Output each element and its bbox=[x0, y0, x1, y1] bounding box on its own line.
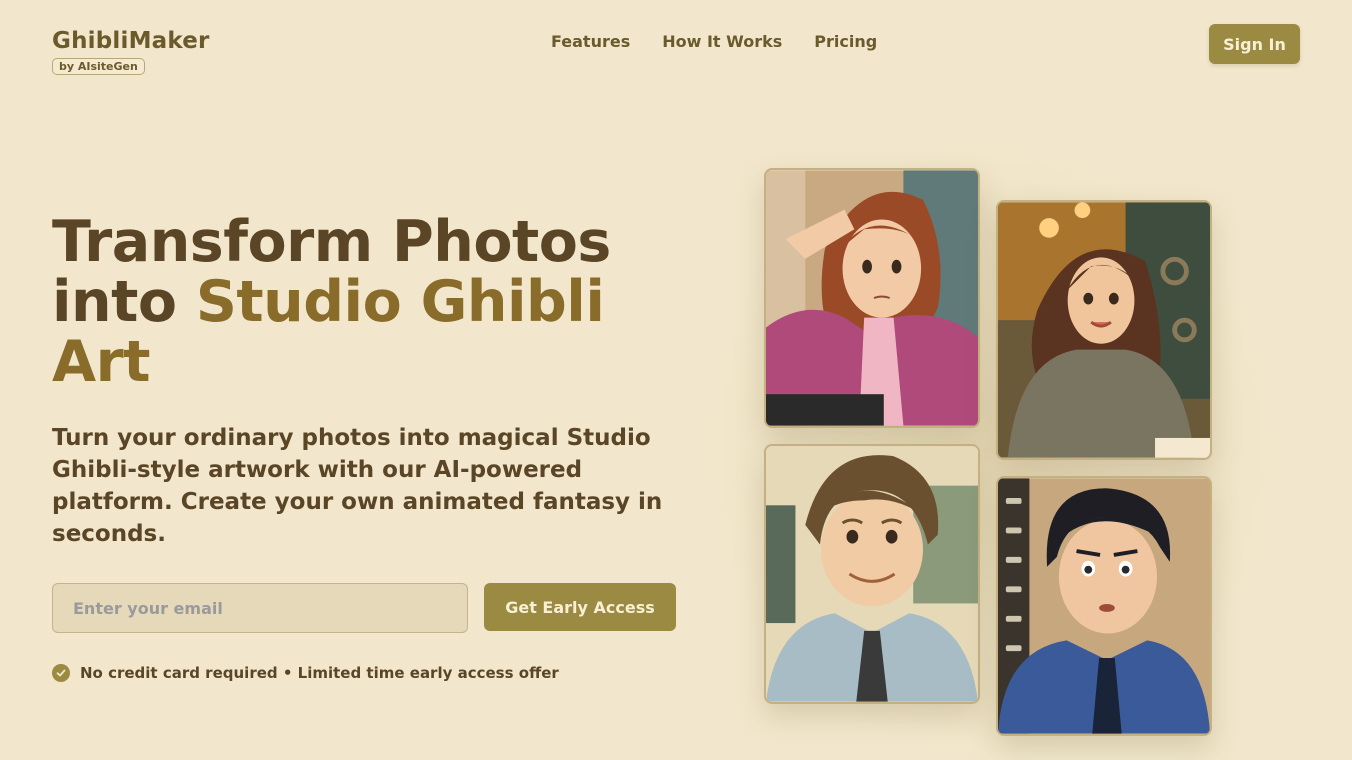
check-circle-icon bbox=[52, 664, 70, 682]
nav-pricing[interactable]: Pricing bbox=[814, 31, 877, 53]
sign-in-button[interactable]: Sign In bbox=[1209, 24, 1300, 64]
hero-title-line3: Art bbox=[52, 329, 150, 395]
saluting-woman-illustration bbox=[764, 168, 980, 428]
get-early-access-button[interactable]: Get Early Access bbox=[484, 583, 676, 631]
smiling-man-tie-illustration bbox=[764, 444, 980, 704]
brand-badge: by AIsiteGen bbox=[52, 58, 145, 75]
brand[interactable]: GhibliMaker by AIsiteGen bbox=[52, 28, 210, 75]
hero-title-line1: Transform Photos bbox=[52, 209, 611, 275]
hero-title-line2a: into bbox=[52, 269, 196, 335]
main-nav: Features How It Works Pricing bbox=[551, 31, 877, 53]
nav-features[interactable]: Features bbox=[551, 31, 630, 53]
offer-note-text: No credit card required • Limited time e… bbox=[80, 664, 559, 682]
smiling-woman-sweater-illustration bbox=[996, 200, 1212, 460]
landing-page: GhibliMaker by AIsiteGen Features How It… bbox=[0, 0, 1352, 760]
offer-note: No credit card required • Limited time e… bbox=[52, 664, 559, 682]
hero-title-accent: Studio Ghibli bbox=[195, 269, 605, 335]
nav-how-it-works[interactable]: How It Works bbox=[662, 31, 782, 53]
brand-name[interactable]: GhibliMaker bbox=[52, 28, 210, 54]
hero-title: Transform Photos into Studio Ghibli Art bbox=[52, 212, 702, 392]
surprised-man-blue-shirt-illustration bbox=[996, 476, 1212, 736]
hero-subtitle: Turn your ordinary photos into magical S… bbox=[52, 425, 663, 547]
email-input[interactable] bbox=[52, 583, 468, 633]
